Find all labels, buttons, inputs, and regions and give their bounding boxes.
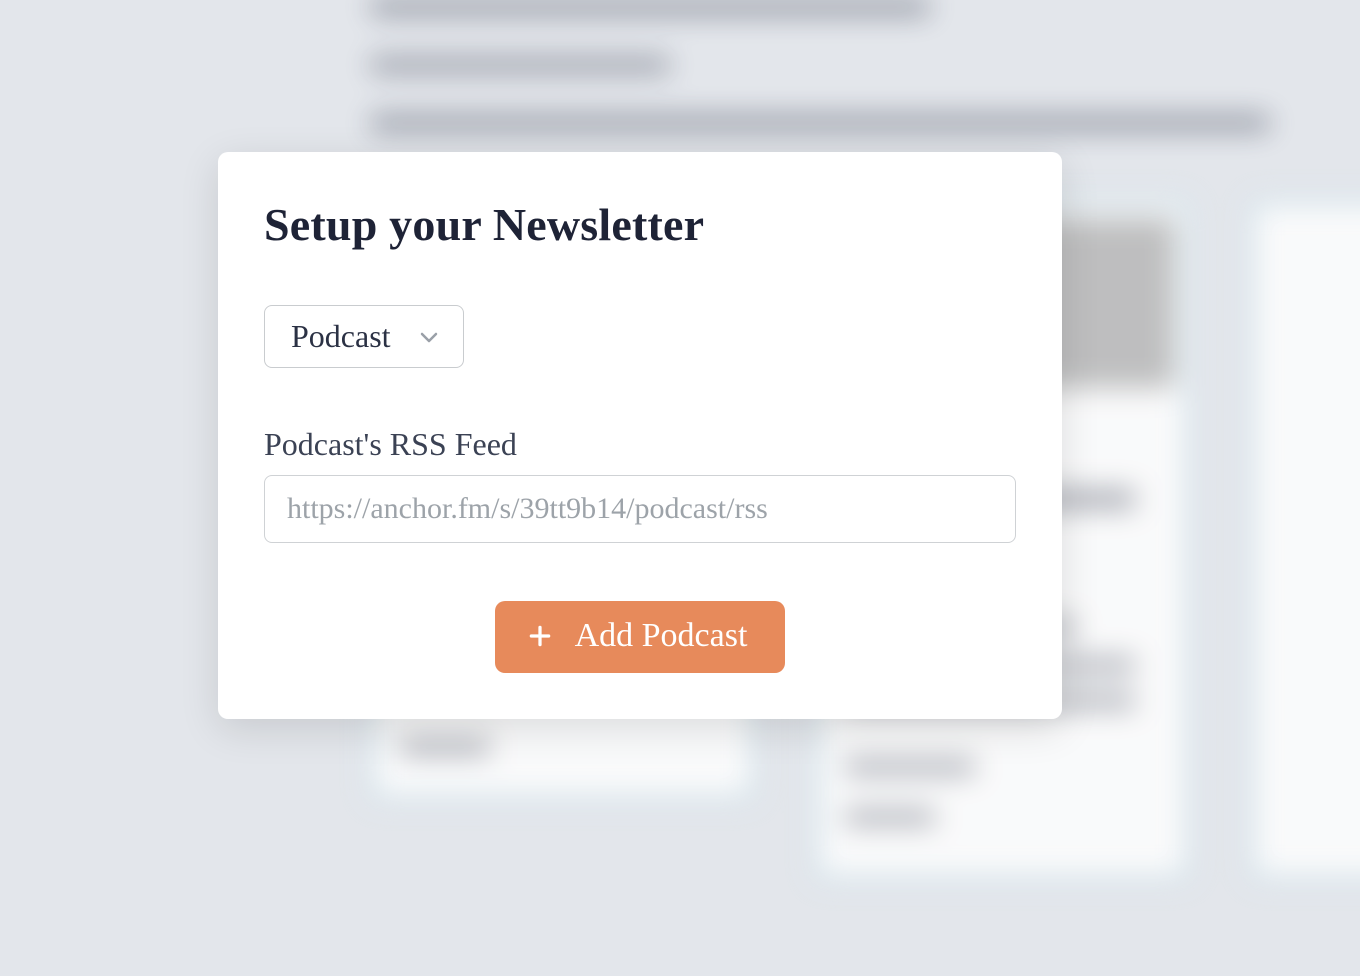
rss-feed-input[interactable] — [264, 475, 1016, 543]
add-podcast-button[interactable]: Add Podcast — [495, 601, 786, 673]
plus-icon — [527, 623, 553, 649]
source-type-select[interactable]: Podcast — [264, 305, 464, 368]
source-type-value: Podcast — [291, 318, 391, 355]
add-podcast-label: Add Podcast — [575, 617, 748, 655]
button-row: Add Podcast — [264, 601, 1016, 673]
setup-newsletter-modal: Setup your Newsletter Podcast Podcast's … — [218, 152, 1062, 719]
rss-feed-label: Podcast's RSS Feed — [264, 426, 1016, 463]
chevron-down-icon — [417, 325, 441, 349]
modal-title: Setup your Newsletter — [264, 198, 1016, 251]
